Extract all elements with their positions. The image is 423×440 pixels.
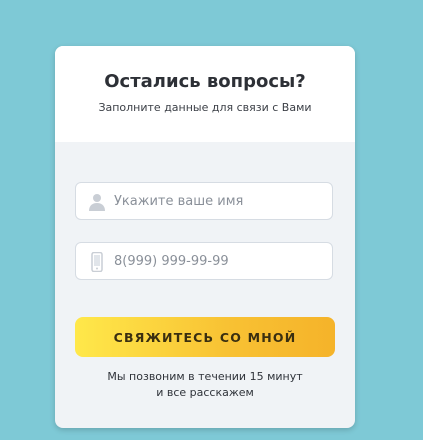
callback-note-line1: Мы позвоним в течении 15 минут — [107, 370, 303, 383]
form-header: Остались вопросы? Заполните данные для с… — [55, 46, 355, 142]
contact-form-card: Остались вопросы? Заполните данные для с… — [55, 46, 355, 428]
contact-me-button[interactable]: СВЯЖИТЕСЬ СО МНОЙ — [75, 317, 335, 357]
callback-note: Мы позвоним в течении 15 минут и все рас… — [55, 369, 355, 401]
form-subtitle: Заполните данные для связи с Вами — [98, 101, 312, 114]
phone-icon — [91, 252, 103, 272]
name-input[interactable] — [114, 183, 324, 219]
phone-input[interactable] — [114, 243, 324, 279]
form-title: Остались вопросы? — [104, 71, 306, 92]
phone-field[interactable] — [75, 242, 333, 280]
callback-note-line2: и все расскажем — [156, 386, 254, 399]
user-icon — [89, 194, 105, 211]
name-field[interactable] — [75, 182, 333, 220]
